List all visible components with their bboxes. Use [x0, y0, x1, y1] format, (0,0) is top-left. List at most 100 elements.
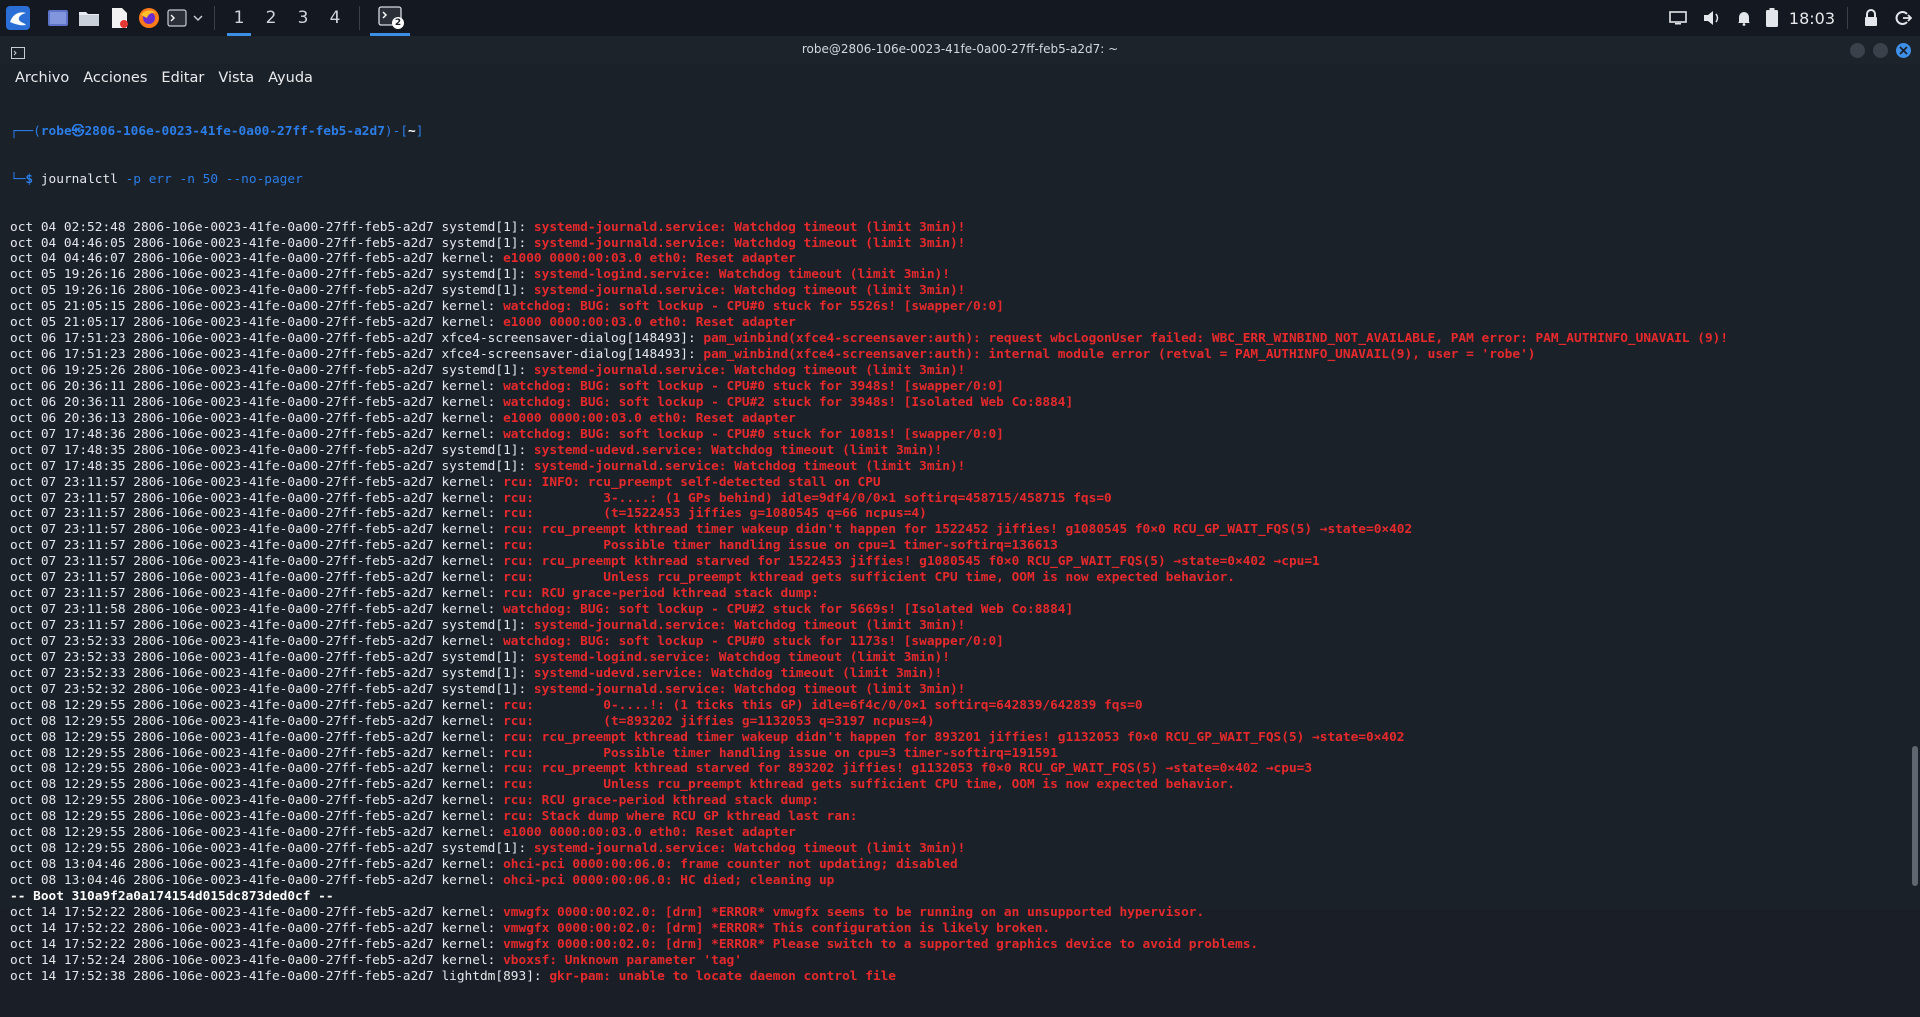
log-line: oct 07 23:11:57 2806-106e-0023-41fe-0a00…: [10, 506, 1900, 522]
kali-menu-icon[interactable]: [2, 0, 34, 36]
log-prefix: oct 14 17:52:22 2806-106e-0023-41fe-0a00…: [10, 936, 504, 952]
log-prefix: oct 07 23:52:33 2806-106e-0023-41fe-0a00…: [10, 665, 534, 681]
prompt-line-2: └─$ journalctl -p err -n 50 --no-pager: [10, 171, 303, 187]
log-line: oct 07 23:11:57 2806-106e-0023-41fe-0a00…: [10, 522, 1900, 538]
logout-icon[interactable]: [1886, 0, 1920, 36]
log-line: oct 07 17:48:36 2806-106e-0023-41fe-0a00…: [10, 427, 1900, 443]
terminal-output[interactable]: ┌──(robe㉿2806-106e-0023-41fe-0a00-27ff-f…: [10, 92, 1900, 1017]
log-prefix: oct 06 20:36:13 2806-106e-0023-41fe-0a00…: [10, 410, 504, 426]
scrollbar[interactable]: [1912, 746, 1918, 886]
log-line: oct 04 04:46:05 2806-106e-0023-41fe-0a00…: [10, 236, 1900, 252]
log-message: rcu: Unless rcu_preempt kthread gets suf…: [503, 777, 1236, 793]
text-editor-icon[interactable]: [104, 0, 134, 36]
log-prefix: oct 07 23:11:57 2806-106e-0023-41fe-0a00…: [10, 490, 504, 506]
log-prefix: oct 07 23:11:57 2806-106e-0023-41fe-0a00…: [10, 570, 504, 586]
clock[interactable]: 18:03: [1789, 9, 1835, 28]
log-line: oct 08 12:29:55 2806-106e-0023-41fe-0a00…: [10, 714, 1900, 730]
panel-separator: [1847, 7, 1848, 29]
taskbar-terminal-button[interactable]: 2: [370, 0, 410, 36]
log-line: oct 08 12:29:55 2806-106e-0023-41fe-0a00…: [10, 746, 1900, 762]
log-prefix: oct 07 23:52:33 2806-106e-0023-41fe-0a00…: [10, 649, 534, 665]
log-message: e1000 0000:00:03.0 eth0: Reset adapter: [503, 825, 796, 841]
log-line: oct 07 23:11:58 2806-106e-0023-41fe-0a00…: [10, 602, 1900, 618]
log-message: systemd-journald.service: Watchdog timeo…: [533, 458, 966, 474]
log-prefix: oct 07 17:48:35 2806-106e-0023-41fe-0a00…: [10, 458, 534, 474]
menu-vista[interactable]: Vista: [218, 70, 254, 86]
prompt-line-1: ┌──(robe㉿2806-106e-0023-41fe-0a00-27ff-f…: [10, 123, 424, 139]
minimize-button[interactable]: [1850, 43, 1865, 58]
log-message: systemd-journald.service: Watchdog timeo…: [533, 235, 966, 251]
log-message: watchdog: BUG: soft lockup - CPU#0 stuck…: [503, 378, 1004, 394]
system-tray: 18:03: [1661, 0, 1920, 36]
log-message: systemd-journald.service: Watchdog timeo…: [533, 618, 966, 634]
chevron-down-icon[interactable]: [190, 0, 206, 36]
log-message: systemd-journald.service: Watchdog timeo…: [533, 841, 966, 857]
log-prefix: oct 08 12:29:55 2806-106e-0023-41fe-0a00…: [10, 713, 504, 729]
firefox-icon[interactable]: [134, 0, 164, 36]
log-message: systemd-logind.service: Watchdog timeout…: [533, 649, 950, 665]
workspace-2-button[interactable]: 2: [255, 0, 287, 36]
notifications-bell-icon[interactable]: [1729, 0, 1759, 36]
log-line: oct 08 12:29:55 2806-106e-0023-41fe-0a00…: [10, 793, 1900, 809]
log-message: watchdog: BUG: soft lockup - CPU#0 stuck…: [503, 299, 1004, 315]
log-message: systemd-journald.service: Watchdog timeo…: [533, 363, 966, 379]
menu-ayuda[interactable]: Ayuda: [268, 70, 313, 86]
log-prefix: oct 08 12:29:55 2806-106e-0023-41fe-0a00…: [10, 793, 504, 809]
menu-acciones[interactable]: Acciones: [83, 70, 147, 86]
boot-separator: -- Boot 310a9f2a0a174154d015dc873ded0cf …: [10, 889, 1900, 905]
log-prefix: oct 08 13:04:46 2806-106e-0023-41fe-0a00…: [10, 857, 504, 873]
log-prefix: oct 07 23:11:57 2806-106e-0023-41fe-0a00…: [10, 554, 504, 570]
prompt-user-host: robe㉿2806-106e-0023-41fe-0a00-27ff-feb5-…: [40, 123, 385, 139]
file-manager-icon[interactable]: [74, 0, 104, 36]
workspace-switcher: 1 2 3 4: [223, 0, 351, 36]
log-prefix: oct 06 17:51:23 2806-106e-0023-41fe-0a00…: [10, 347, 704, 363]
log-prefix: oct 07 17:48:35 2806-106e-0023-41fe-0a00…: [10, 442, 534, 458]
log-line: oct 04 02:52:48 2806-106e-0023-41fe-0a00…: [10, 220, 1900, 236]
workspace-1-button[interactable]: 1: [223, 0, 255, 36]
log-message: vboxsf: Unknown parameter 'tag': [503, 952, 742, 968]
lock-screen-icon[interactable]: [1856, 0, 1886, 36]
maximize-button[interactable]: [1873, 43, 1888, 58]
journal-log: oct 04 02:52:48 2806-106e-0023-41fe-0a00…: [10, 220, 1900, 985]
log-message: rcu: Unless rcu_preempt kthread gets suf…: [503, 570, 1236, 586]
log-message: rcu: rcu_preempt kthread starved for 893…: [503, 761, 1313, 777]
log-line: oct 07 23:11:57 2806-106e-0023-41fe-0a00…: [10, 475, 1900, 491]
log-prefix: oct 08 12:29:55 2806-106e-0023-41fe-0a00…: [10, 761, 504, 777]
log-prefix: oct 08 12:29:55 2806-106e-0023-41fe-0a00…: [10, 841, 534, 857]
log-line: oct 14 17:52:38 2806-106e-0023-41fe-0a00…: [10, 969, 1900, 985]
log-line: oct 06 20:36:11 2806-106e-0023-41fe-0a00…: [10, 395, 1900, 411]
log-line: oct 08 12:29:55 2806-106e-0023-41fe-0a00…: [10, 698, 1900, 714]
log-prefix: oct 05 21:05:17 2806-106e-0023-41fe-0a00…: [10, 315, 504, 331]
log-line: oct 07 17:48:35 2806-106e-0023-41fe-0a00…: [10, 459, 1900, 475]
log-line: oct 08 13:04:46 2806-106e-0023-41fe-0a00…: [10, 857, 1900, 873]
log-message: systemd-journald.service: Watchdog timeo…: [533, 283, 966, 299]
log-line: oct 14 17:52:22 2806-106e-0023-41fe-0a00…: [10, 905, 1900, 921]
show-desktop-icon[interactable]: [42, 0, 74, 36]
workspace-4-button[interactable]: 4: [319, 0, 351, 36]
log-prefix: oct 06 20:36:11 2806-106e-0023-41fe-0a00…: [10, 378, 504, 394]
log-message: e1000 0000:00:03.0 eth0: Reset adapter: [503, 410, 796, 426]
window-titlebar[interactable]: robe@2806-106e-0023-41fe-0a00-27ff-feb5-…: [0, 36, 1920, 64]
workspace-3-button[interactable]: 3: [287, 0, 319, 36]
log-prefix: oct 08 12:29:55 2806-106e-0023-41fe-0a00…: [10, 825, 504, 841]
log-line: oct 06 20:36:13 2806-106e-0023-41fe-0a00…: [10, 411, 1900, 427]
battery-icon[interactable]: [1759, 0, 1785, 36]
log-line: oct 14 17:52:22 2806-106e-0023-41fe-0a00…: [10, 937, 1900, 953]
log-prefix: oct 06 17:51:23 2806-106e-0023-41fe-0a00…: [10, 331, 704, 347]
terminal-launcher-icon[interactable]: [164, 0, 190, 36]
log-message: rcu: rcu_preempt kthread timer wakeup di…: [503, 729, 1405, 745]
display-icon[interactable]: [1661, 0, 1695, 36]
window-title: robe@2806-106e-0023-41fe-0a00-27ff-feb5-…: [801, 42, 1119, 56]
log-message: systemd-journald.service: Watchdog timeo…: [533, 219, 966, 235]
log-message: rcu: RCU grace-period kthread stack dump…: [503, 586, 819, 602]
volume-icon[interactable]: [1695, 0, 1729, 36]
command-name: journalctl: [40, 171, 118, 187]
menu-editar[interactable]: Editar: [161, 70, 204, 86]
log-message: rcu: (t=1522453 jiffies g=1080545 q=66 n…: [503, 506, 927, 522]
top-panel: 1 2 3 4 2 18:03: [0, 0, 1920, 36]
close-button[interactable]: [1896, 43, 1911, 58]
log-prefix: oct 07 23:11:57 2806-106e-0023-41fe-0a00…: [10, 474, 504, 490]
menu-archivo[interactable]: Archivo: [15, 70, 69, 86]
log-prefix: oct 07 23:11:58 2806-106e-0023-41fe-0a00…: [10, 602, 504, 618]
log-line: oct 14 17:52:22 2806-106e-0023-41fe-0a00…: [10, 921, 1900, 937]
